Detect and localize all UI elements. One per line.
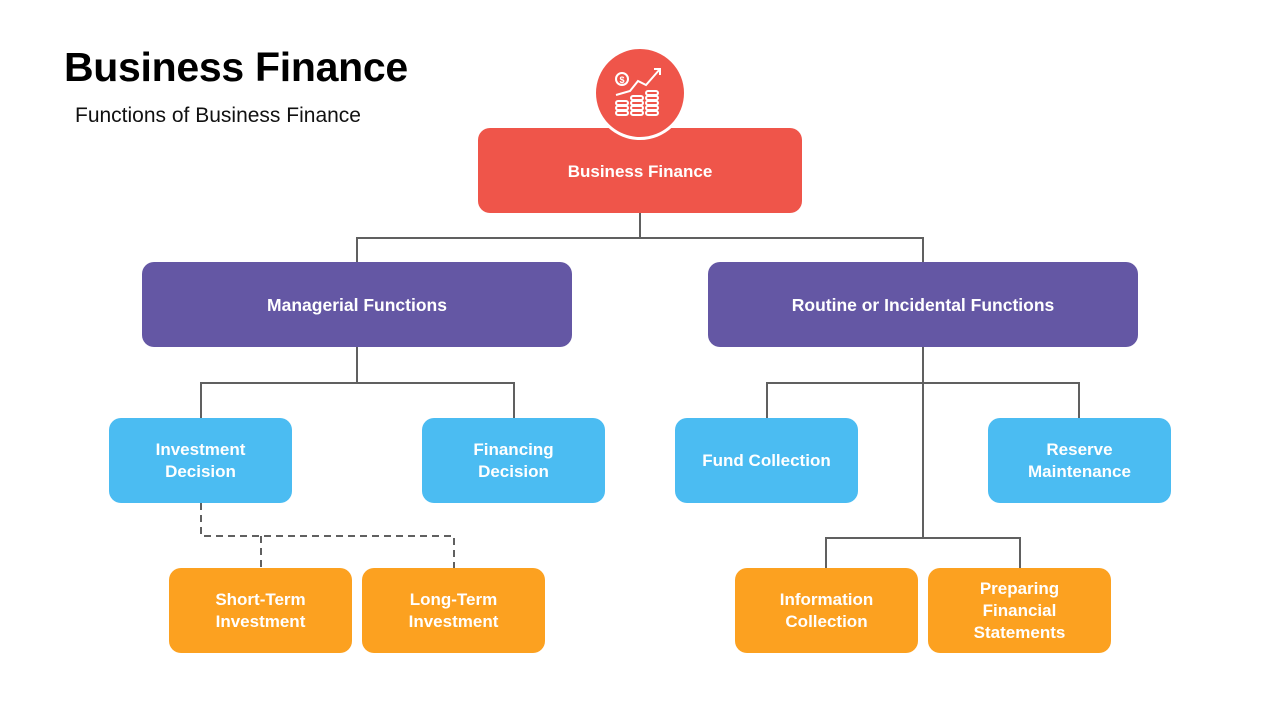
connector-managerial-financing [357, 382, 515, 418]
node-managerial-functions: Managerial Functions [142, 262, 572, 347]
node-short-term-investment: Short-Term Investment [169, 568, 352, 653]
coins-growth-icon: $ [615, 68, 661, 116]
node-fund-collection: Fund Collection [675, 418, 858, 503]
node-information-collection: Information Collection [735, 568, 918, 653]
connector-routine-info [825, 537, 923, 568]
node-reserve-maintenance: Reserve Maintenance [988, 418, 1171, 503]
node-routine-functions: Routine or Incidental Functions [708, 262, 1138, 347]
node-long-term-investment: Long-Term Investment [362, 568, 545, 653]
finance-icon-badge: $ [593, 46, 687, 140]
node-financing-decision: Financing Decision [422, 418, 605, 503]
connector-routine-statements [923, 537, 1021, 568]
connector-root-managerial [356, 213, 641, 262]
connector-root-routine [640, 237, 924, 262]
connector-routine-fund [766, 382, 923, 418]
node-investment-decision: Investment Decision [109, 418, 292, 503]
connector-routine-reserve [923, 382, 1080, 418]
svg-text:$: $ [619, 75, 624, 85]
connector-managerial-children [200, 347, 358, 418]
dashed-connector-investment [200, 503, 455, 568]
node-preparing-financial-statements: Preparing Financial Statements [928, 568, 1111, 653]
node-business-finance: Business Finance [478, 128, 802, 213]
